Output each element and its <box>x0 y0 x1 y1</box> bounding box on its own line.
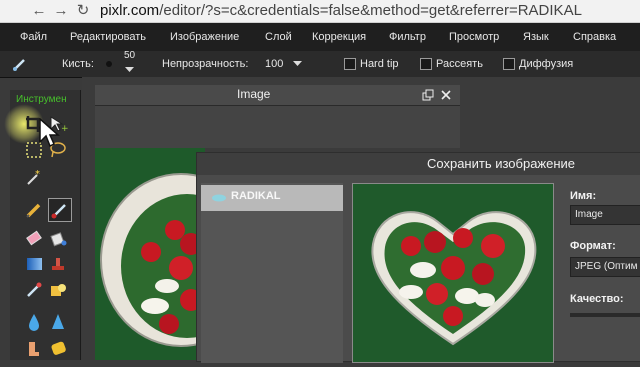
menu-help[interactable]: Справка <box>573 23 616 51</box>
radikal-logo-icon <box>212 194 226 202</box>
sharpen-tool-icon[interactable] <box>48 312 68 332</box>
dialog-titlebar[interactable]: Сохранить изображение <box>197 153 640 175</box>
svg-text:*: * <box>35 169 40 180</box>
hard-tip-label: Hard tip <box>360 58 399 70</box>
brush-tool-button[interactable] <box>48 198 72 222</box>
brush-size-value: 50 <box>124 50 136 61</box>
toolbox-panel: Инструмен + * <box>4 90 81 360</box>
menu-language[interactable]: Язык <box>523 23 549 51</box>
service-item-label: RADIKAL <box>231 190 281 202</box>
scatter-checkbox[interactable] <box>420 58 432 70</box>
url-path: /editor/?s=c&credentials=false&method=ge… <box>159 2 582 19</box>
drawing-tool-icon[interactable] <box>48 280 68 300</box>
chevron-down-icon <box>125 67 134 72</box>
menu-adjust[interactable]: Коррекция <box>312 23 366 51</box>
diffusion-label: Диффузия <box>519 58 574 70</box>
magic-wand-tool-icon[interactable]: * <box>24 168 44 188</box>
svg-text:+: + <box>61 124 68 134</box>
menu-filter[interactable]: Фильтр <box>389 23 426 51</box>
quality-label: Качество: <box>570 293 624 305</box>
gradient-tool-icon[interactable] <box>24 254 44 274</box>
browser-address-bar: ← → ↻ pixlr.com/editor/?s=c&credentials=… <box>0 0 640 23</box>
image-preview <box>352 183 554 363</box>
opacity-label: Непрозрачность: <box>162 58 249 70</box>
brush-tool-icon <box>13 59 25 71</box>
service-list: RADIKAL <box>201 183 343 363</box>
menu-image[interactable]: Изображение <box>170 23 239 51</box>
brush-dot-icon <box>106 61 112 67</box>
hard-tip-checkbox[interactable] <box>344 58 356 70</box>
eraser-tool-icon[interactable] <box>24 228 44 248</box>
image-window-title: Image <box>237 87 271 101</box>
url-domain: pixlr.com <box>100 2 160 19</box>
close-icon[interactable] <box>439 88 453 102</box>
brush-icon <box>51 204 66 219</box>
blur-tool-icon[interactable] <box>24 312 44 332</box>
name-label: Имя: <box>570 190 597 202</box>
scatter-label: Рассеять <box>436 58 483 70</box>
back-arrow-icon[interactable]: ← <box>30 2 48 20</box>
preview-heart-image <box>371 211 537 346</box>
mouse-cursor-icon <box>39 118 60 148</box>
list-item[interactable]: RADIKAL <box>201 185 343 211</box>
diffusion-checkbox[interactable] <box>503 58 515 70</box>
image-window-body <box>95 106 460 148</box>
forward-arrow-icon[interactable]: → <box>52 2 70 20</box>
reload-icon[interactable]: ↻ <box>74 2 92 20</box>
pencil-tool-icon[interactable] <box>24 200 44 220</box>
smudge-tool-icon[interactable] <box>24 338 44 358</box>
name-field[interactable]: Image <box>570 205 640 225</box>
format-label: Формат: <box>570 240 616 252</box>
quality-slider[interactable] <box>570 313 640 317</box>
sponge-tool-icon[interactable] <box>48 338 68 358</box>
image-window-titlebar[interactable]: Image <box>95 85 460 106</box>
save-image-dialog: Сохранить изображение RADIKAL Имя: Image… <box>196 152 640 363</box>
heart-roses-image <box>100 173 262 347</box>
color-replace-tool-icon[interactable] <box>24 280 44 300</box>
image-canvas[interactable] <box>95 148 262 360</box>
menu-bar: Файл Редактировать Изображение Слой Корр… <box>0 23 640 51</box>
menu-view[interactable]: Просмотр <box>449 23 499 51</box>
format-select[interactable]: JPEG (Оптим <box>570 257 640 277</box>
dialog-title: Сохранить изображение <box>427 156 576 171</box>
menu-edit[interactable]: Редактировать <box>70 23 146 51</box>
paint-bucket-tool-icon[interactable] <box>48 228 68 248</box>
restore-window-icon[interactable] <box>421 88 435 102</box>
menu-layer[interactable]: Слой <box>265 23 292 51</box>
options-bar: Кисть: 50 Непрозрачность: 100 Hard tip Р… <box>0 50 640 78</box>
brush-size-stepper[interactable]: 50 <box>120 50 140 75</box>
opacity-dropdown-icon[interactable] <box>293 61 302 67</box>
menu-file[interactable]: Файл <box>20 23 47 51</box>
url-field[interactable]: pixlr.com/editor/?s=c&credentials=false&… <box>100 1 582 21</box>
clone-stamp-tool-icon[interactable] <box>48 254 68 274</box>
brush-label: Кисть: <box>62 58 94 70</box>
opacity-value[interactable]: 100 <box>265 51 283 77</box>
